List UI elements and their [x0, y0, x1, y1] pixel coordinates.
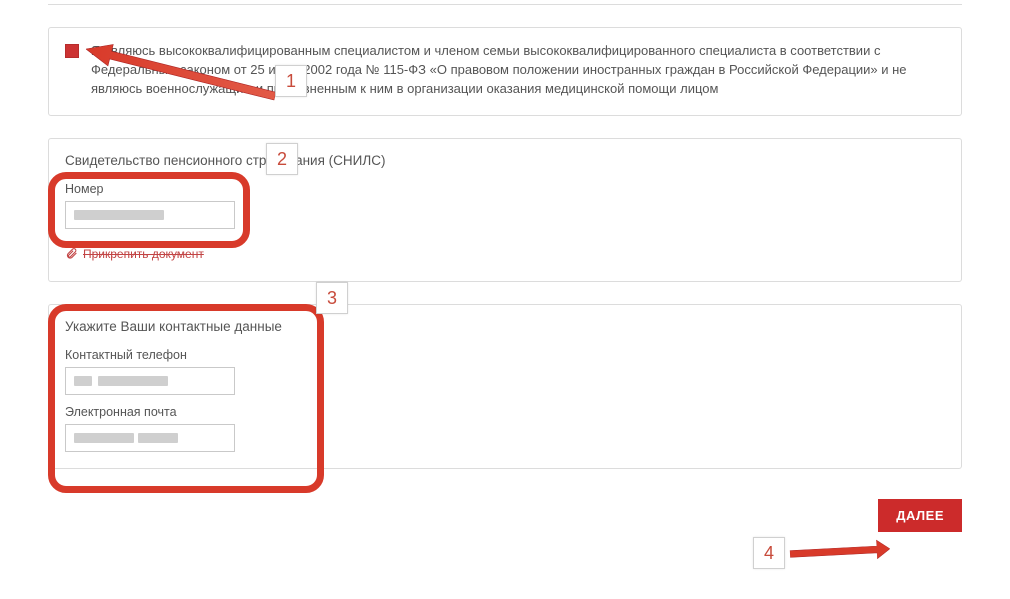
snils-number-label: Номер [65, 182, 945, 196]
actions-row: ДАЛЕЕ [48, 499, 962, 532]
next-button[interactable]: ДАЛЕЕ [878, 499, 962, 532]
paperclip-icon [65, 247, 78, 260]
annotation-arrow-4 [789, 538, 890, 565]
email-input[interactable] [65, 424, 235, 452]
attach-document-link[interactable]: Прикрепить документ [65, 247, 204, 261]
email-label: Электронная почта [65, 405, 945, 419]
previous-panel-bottom-edge [48, 3, 962, 5]
snils-panel: Свидетельство пенсионного страхования (С… [48, 138, 962, 283]
annotation-callout-1: 1 [275, 65, 307, 97]
contacts-title: Укажите Ваши контактные данные [65, 319, 945, 334]
attach-document-label: Прикрепить документ [83, 247, 204, 261]
annotation-callout-3: 3 [316, 282, 348, 314]
snils-number-input[interactable] [65, 201, 235, 229]
snils-title: Свидетельство пенсионного страхования (С… [65, 153, 945, 168]
phone-label: Контактный телефон [65, 348, 945, 362]
contacts-panel: Укажите Ваши контактные данные Контактны… [48, 304, 962, 469]
annotation-callout-4: 4 [753, 537, 785, 569]
annotation-callout-2: 2 [266, 143, 298, 175]
phone-input[interactable] [65, 367, 235, 395]
declaration-checkbox[interactable] [65, 44, 79, 58]
